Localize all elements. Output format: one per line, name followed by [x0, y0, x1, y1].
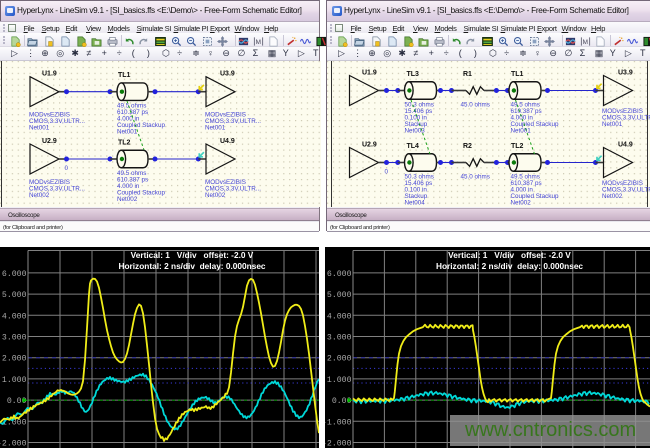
svg-text:Net002: Net002 — [602, 193, 623, 200]
svg-text:Net001: Net001 — [205, 124, 226, 131]
svg-text:U1.9: U1.9 — [42, 70, 57, 77]
svg-text:R1: R1 — [463, 71, 472, 78]
svg-text:Horizontal: 2 ns/div delay: 0: Horizontal: 2 ns/div delay: 0.000nsec — [436, 261, 583, 271]
svg-text:-2.000: -2.000 — [0, 439, 27, 448]
svg-text:Net001: Net001 — [602, 121, 623, 128]
svg-text:M: M — [583, 39, 588, 46]
svg-text:U4.9: U4.9 — [220, 138, 235, 145]
svg-text:U2.9: U2.9 — [42, 138, 57, 145]
svg-text:3.000: 3.000 — [327, 333, 352, 342]
svg-text:6.000: 6.000 — [327, 269, 352, 278]
svg-text:TL1: TL1 — [118, 72, 131, 79]
svg-text:2.000: 2.000 — [327, 354, 352, 363]
svg-text:1.000: 1.000 — [2, 375, 27, 384]
svg-text:2.000: 2.000 — [2, 354, 27, 363]
svg-text:Net002: Net002 — [29, 192, 50, 199]
svg-text:45.0 ohms: 45.0 ohms — [461, 173, 490, 180]
svg-text:TL1: TL1 — [511, 71, 524, 78]
svg-text:Vertical: 1 V/div offset:: Vertical: 1 V/div offset: -2.0 V — [448, 250, 571, 260]
svg-text:TL2: TL2 — [511, 143, 524, 150]
svg-text:Horizontal: 2 ns/div delay: 0: Horizontal: 2 ns/div delay: 0.000nsec — [118, 261, 265, 271]
svg-text:M: M — [256, 39, 261, 46]
svg-text:-2.000: -2.000 — [325, 439, 352, 448]
svg-text:U2.9: U2.9 — [362, 141, 377, 148]
svg-text:5.000: 5.000 — [2, 291, 27, 300]
svg-text:Net001: Net001 — [29, 124, 50, 131]
svg-text:45.0 ohms: 45.0 ohms — [461, 101, 490, 108]
svg-text:U1.9: U1.9 — [362, 69, 377, 76]
svg-text:TL2: TL2 — [118, 139, 131, 146]
svg-text:U3.9: U3.9 — [618, 69, 633, 76]
svg-text:TL4: TL4 — [407, 143, 420, 150]
svg-text:4.000: 4.000 — [2, 312, 27, 321]
svg-text:Net001: Net001 — [117, 128, 138, 135]
svg-text:TL3: TL3 — [407, 71, 420, 78]
svg-text:Net002: Net002 — [511, 199, 532, 206]
svg-text:U4.9: U4.9 — [618, 141, 633, 148]
svg-text:R2: R2 — [463, 143, 472, 150]
svg-text:0: 0 — [385, 168, 389, 175]
svg-text:3.000: 3.000 — [2, 333, 27, 342]
svg-text:Net001: Net001 — [511, 127, 532, 134]
svg-text:Net004: Net004 — [405, 199, 426, 206]
svg-text:-1.000: -1.000 — [325, 418, 352, 427]
svg-text:1.000: 1.000 — [327, 375, 352, 384]
svg-text:Net003: Net003 — [405, 127, 426, 134]
svg-text:6.000: 6.000 — [2, 269, 27, 278]
svg-text:0: 0 — [65, 165, 69, 172]
svg-text:5.000: 5.000 — [327, 291, 352, 300]
svg-text:Vertical: 1 V/div offset:: Vertical: 1 V/div offset: -2.0 V — [131, 250, 254, 260]
svg-text:4.000: 4.000 — [327, 312, 352, 321]
svg-text:Net002: Net002 — [117, 196, 138, 203]
svg-text:U3.9: U3.9 — [220, 70, 235, 77]
svg-text:Net002: Net002 — [205, 192, 226, 199]
